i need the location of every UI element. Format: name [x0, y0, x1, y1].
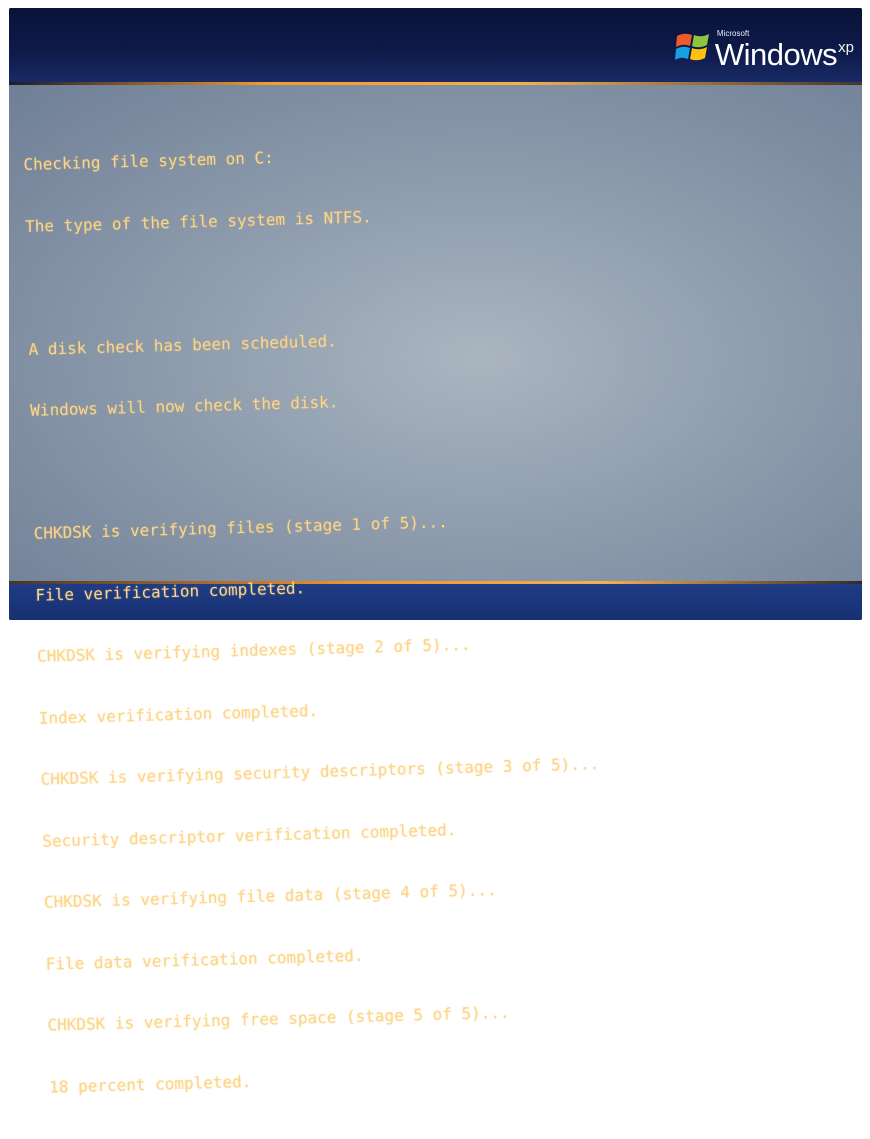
progress-line: 18 percent completed. [48, 1071, 252, 1097]
console-line: CHKDSK is verifying indexes (stage 2 of … [36, 634, 471, 666]
console-line-blank [32, 447, 591, 483]
console-line: Index verification completed. [38, 700, 319, 728]
windows-xp-logo: Microsoft Windowsxp [674, 22, 854, 71]
console-line: CHKDSK is verifying files (stage 1 of 5)… [33, 512, 449, 543]
console-line-blank [27, 262, 586, 298]
brand-version: xp [838, 39, 854, 56]
photo-frame: Microsoft Windowsxp Checking file system… [0, 0, 870, 1096]
chkdsk-output: Checking file system on C: The type of t… [22, 98, 609, 1138]
console-line: Windows will now check the disk. [30, 392, 339, 420]
console-line: CHKDSK is verifying security descriptors… [40, 754, 600, 789]
header-bar: Microsoft Windowsxp [9, 8, 862, 82]
console-line: File verification completed. [35, 577, 306, 605]
console-line: CHKDSK is verifying file data (stage 4 o… [43, 880, 497, 912]
windows-flag-icon [674, 33, 709, 61]
console-line: Security descriptor verification complet… [42, 819, 457, 851]
windows-wordmark: Microsoft Windowsxp [715, 29, 854, 71]
brand-small-label: Microsoft [716, 29, 750, 38]
console-line: A disk check has been scheduled. [28, 330, 337, 359]
console-line: The type of the file system is NTFS. [24, 206, 373, 236]
console-line: CHKDSK is verifying free space (stage 5 … [47, 1002, 510, 1035]
console-line: File data verification completed. [45, 945, 364, 974]
console-line: Checking file system on C: [23, 147, 275, 174]
